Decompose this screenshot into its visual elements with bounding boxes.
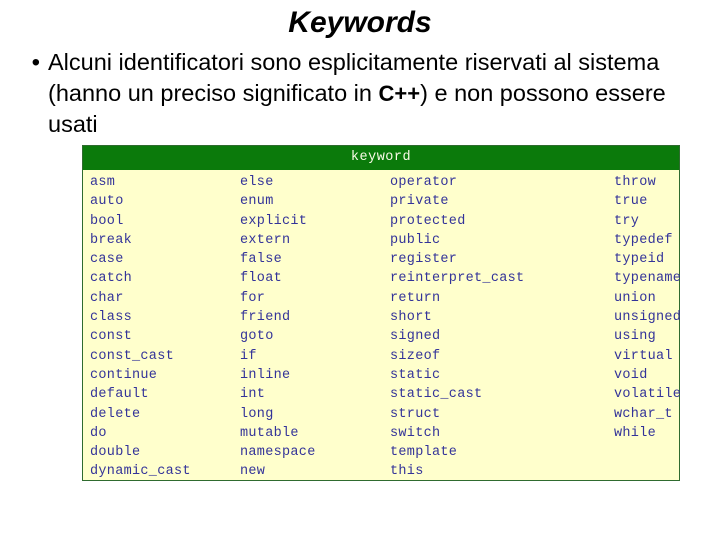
- keyword-cell: char: [90, 290, 124, 306]
- keyword-cell: asm: [90, 175, 116, 190]
- bullet-marker-icon: •: [31, 49, 40, 76]
- keyword-cell: operator: [390, 175, 458, 190]
- keyword-cell: case: [90, 252, 124, 268]
- keyword-cell: namespace: [240, 445, 316, 461]
- keyword-cell: mutable: [240, 425, 299, 441]
- keyword-cell: while: [614, 425, 657, 441]
- keyword-cell: catch: [90, 271, 133, 287]
- table-header-keyword: keyword: [83, 146, 679, 170]
- table-body: asm auto bool break case catch char class const c…: [83, 170, 681, 482]
- keyword-cell: enum: [240, 194, 274, 210]
- keyword-cell: sizeof: [390, 348, 441, 364]
- keyword-cell: explicit: [240, 213, 308, 229]
- keyword-cell: false: [240, 252, 283, 268]
- keyword-column-1: asm auto bool break case catch char class const c…: [83, 173, 234, 482]
- keyword-cell: throw: [614, 175, 657, 190]
- keyword-cell: int: [240, 387, 266, 403]
- keyword-cell: true: [614, 194, 648, 210]
- keyword-cell: unsigned: [614, 310, 682, 326]
- keyword-column-4: throw true try typedef typeid typename union un…: [608, 173, 681, 482]
- keyword-cell: volatile: [614, 387, 682, 403]
- keyword-cell: try: [614, 213, 640, 229]
- keyword-cell: new: [240, 464, 266, 480]
- keyword-cell: extern: [240, 232, 291, 248]
- keyword-cell: continue: [90, 367, 158, 383]
- keyword-cell: virtual: [614, 348, 673, 364]
- page-title: Keywords: [288, 6, 432, 39]
- keyword-cell: void: [614, 367, 648, 383]
- keyword-cell: class: [90, 310, 133, 326]
- keyword-cell: wchar_t: [614, 406, 673, 422]
- keyword-cell: using: [614, 329, 657, 345]
- keyword-cell: struct: [390, 406, 441, 422]
- keyword-cell: friend: [240, 310, 291, 326]
- keyword-cell: auto: [90, 194, 124, 210]
- keyword-cell: union: [614, 290, 657, 306]
- keyword-cell: break: [90, 232, 133, 248]
- keyword-cell: typedef: [614, 232, 673, 248]
- keyword-cell: template: [390, 445, 458, 461]
- list-item: • Alcuni identificatori sono esplicitame…: [14, 47, 706, 140]
- keyword-cell: static_cast: [390, 387, 483, 403]
- keyword-cell: do: [90, 425, 107, 441]
- keyword-cell: typeid: [614, 252, 665, 268]
- bullet-item-text: Alcuni identificatori sono esplicitament…: [48, 47, 706, 140]
- keyword-cell: double: [90, 445, 141, 461]
- keyword-column-3: operator private protected public register re…: [384, 173, 608, 482]
- keyword-cell: private: [390, 194, 449, 210]
- keyword-table: keyword asm auto bool break case catch char cla…: [82, 145, 681, 482]
- keyword-cell: short: [390, 310, 433, 326]
- keyword-cell: long: [240, 406, 274, 422]
- keyword-cell: if: [240, 348, 257, 364]
- slide-canvas: Keywords • Alcuni identificatori sono es…: [0, 0, 720, 540]
- keyword-cell: register: [390, 252, 458, 268]
- keyword-cell: const: [90, 329, 133, 345]
- keyword-cell: inline: [240, 367, 291, 383]
- keyword-cell: float: [240, 271, 283, 287]
- keyword-cell: else: [240, 175, 274, 190]
- keyword-cell: public: [390, 232, 441, 248]
- keyword-cell: bool: [90, 213, 124, 229]
- keyword-cell: for: [240, 290, 266, 306]
- table-columns: asm auto bool break case catch char class const c…: [83, 170, 681, 482]
- keyword-cell: dynamic_cast: [90, 464, 191, 480]
- keyword-cell: return: [390, 290, 441, 306]
- keyword-cell: signed: [390, 329, 441, 345]
- keyword-cell: this: [390, 464, 424, 480]
- keyword-cell: default: [90, 387, 149, 403]
- keyword-cell: protected: [390, 213, 466, 229]
- bullet-list: • Alcuni identificatori sono esplicitame…: [14, 47, 706, 140]
- keyword-cell: goto: [240, 329, 274, 345]
- keyword-cell: typename: [614, 271, 682, 287]
- keyword-cell: delete: [90, 406, 141, 422]
- inline-code-cpp: C++: [378, 81, 421, 106]
- keyword-cell: reinterpret_cast: [390, 271, 525, 287]
- keyword-cell: static: [390, 367, 441, 383]
- keyword-cell: switch: [390, 425, 441, 441]
- keyword-cell: const_cast: [90, 348, 175, 364]
- keyword-column-2: else enum explicit extern false float for frien…: [234, 173, 384, 482]
